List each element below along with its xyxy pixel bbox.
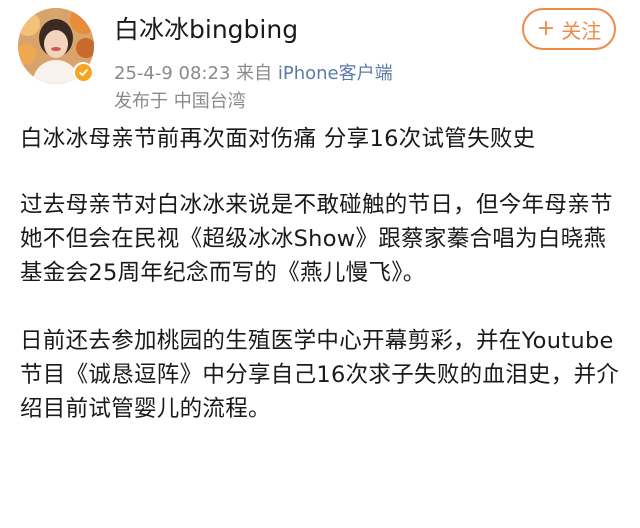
post-paragraph: 过去母亲节对白冰冰来说是不敢碰触的节日，但今年母亲节她不但会在民视《超级冰冰Sh… — [20, 192, 613, 286]
post-body: 白冰冰母亲节前再次面对伤痛 分享16次试管失败史 过去母亲节对白冰冰来说是不敢碰… — [20, 122, 620, 426]
post-paragraph: 日前还去参加桃园的生殖医学中心开幕剪彩，并在Youtube节目《诚恳逗阵》中分享… — [20, 328, 620, 422]
follow-button[interactable]: + 关注 — [522, 8, 616, 50]
post-title: 白冰冰母亲节前再次面对伤痛 分享16次试管失败史 — [20, 126, 536, 152]
source-link[interactable]: iPhone客户端 — [278, 63, 393, 84]
verified-badge-icon — [73, 62, 93, 82]
source-prefix: 来自 — [236, 63, 273, 84]
follow-label: 关注 — [561, 18, 602, 43]
post-meta: 25-4-9 08:23 来自 iPhone客户端 — [114, 62, 393, 86]
plus-icon: + — [536, 16, 556, 41]
timestamp: 25-4-9 08:23 — [114, 63, 231, 84]
location: 发布于 中国台湾 — [114, 91, 246, 112]
post-header: 白冰冰bingbing 25-4-9 08:23 来自 iPhone客户端 发布… — [0, 0, 640, 118]
username[interactable]: 白冰冰bingbing — [114, 14, 298, 46]
